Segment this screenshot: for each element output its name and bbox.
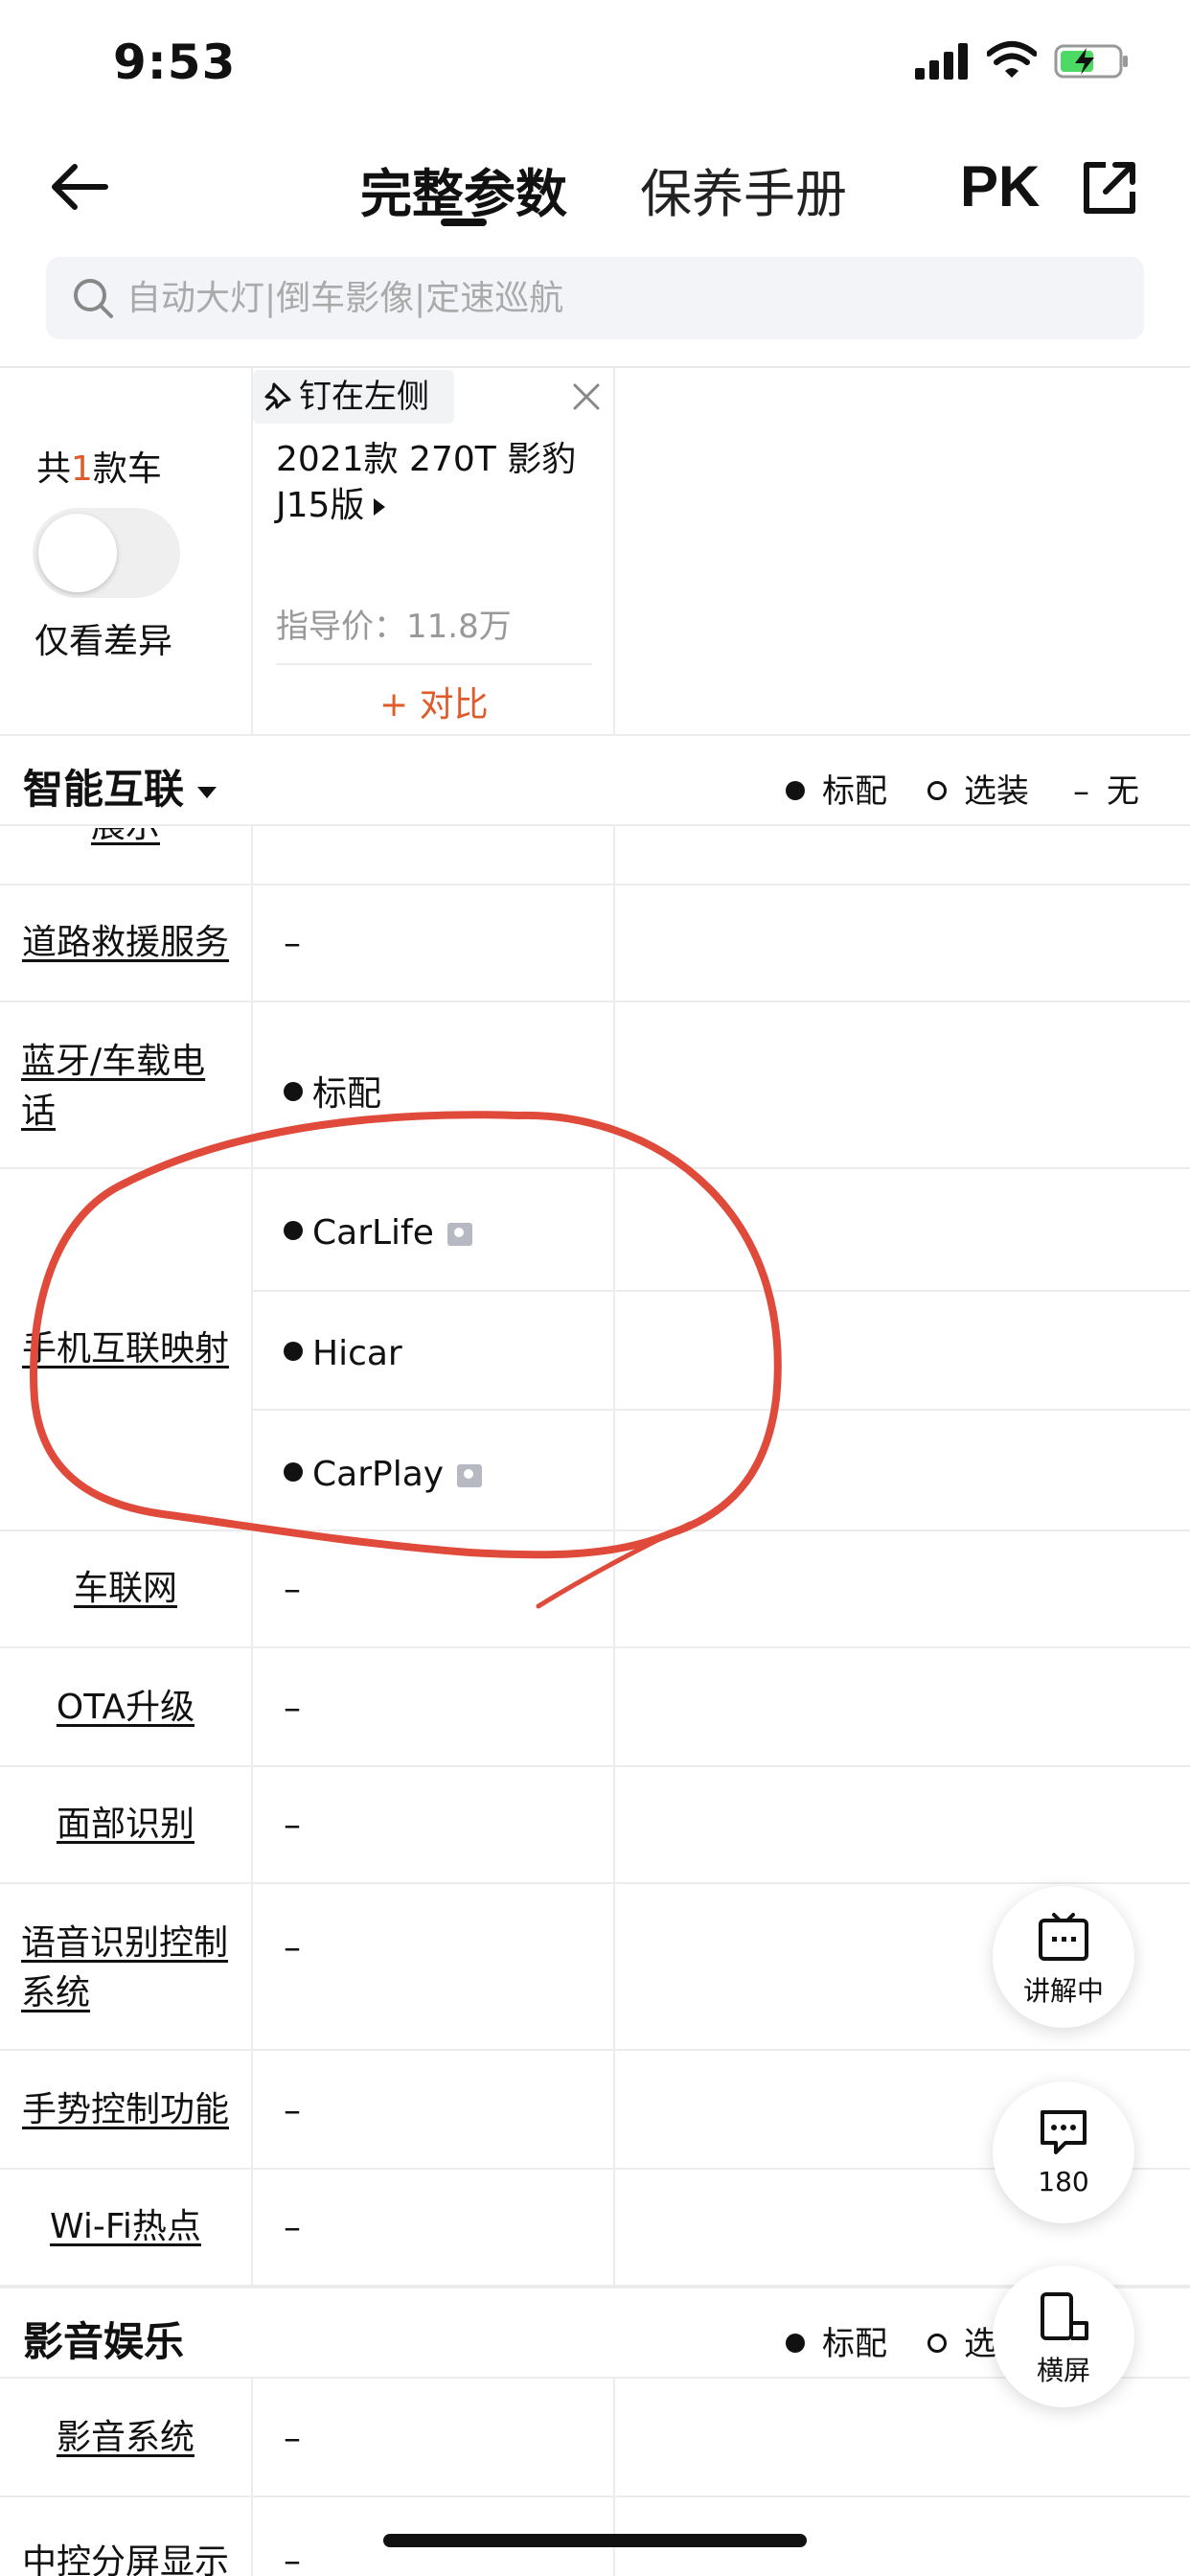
row-label[interactable]: OTA升级	[0, 1683, 251, 1733]
guide-price: 指导价：11.8万	[276, 608, 512, 646]
section-title: 智能互联	[23, 757, 217, 816]
status-time: 9:53	[113, 34, 237, 90]
legend-optional: 选装	[927, 765, 1029, 812]
table-row: 影音系统 –	[0, 2380, 1190, 2497]
row-label[interactable]: 展示	[0, 828, 251, 851]
explain-button[interactable]: 讲解中	[993, 1886, 1134, 2028]
info-card-icon[interactable]	[457, 1464, 483, 1487]
pin-left-button[interactable]: 钉在左侧	[253, 370, 454, 424]
landscape-button[interactable]: 横屏	[993, 2266, 1134, 2407]
row-label[interactable]: 语音识别控制系统	[21, 1919, 241, 2018]
pk-button[interactable]: PK	[960, 153, 1040, 219]
active-tab-indicator	[441, 218, 487, 226]
battery-charging-icon	[1054, 44, 1128, 79]
divider	[0, 366, 1190, 368]
divider	[276, 663, 592, 665]
status-bar: 9:53	[0, 0, 1190, 125]
row-label[interactable]: 车联网	[0, 1564, 251, 1614]
cellular-signal-icon	[915, 43, 968, 80]
row-label[interactable]: 面部识别	[0, 1800, 251, 1850]
row-value: –	[284, 2419, 301, 2458]
divider	[253, 1409, 1190, 1411]
wifi-icon	[987, 41, 1037, 78]
row-value: –	[284, 2208, 301, 2247]
section-header-smart-connect[interactable]: 智能互联 标配 选装 – 无	[0, 734, 1190, 826]
tab-maintenance-manual[interactable]: 保养手册	[640, 151, 847, 227]
fab-label: 180	[1038, 2166, 1089, 2197]
table-row: OTA升级 –	[0, 1648, 1190, 1767]
row-value: –	[284, 1689, 301, 1728]
search-bar[interactable]	[46, 257, 1144, 339]
row-label[interactable]: 蓝牙/车载电话	[21, 1037, 232, 1137]
row-value: –	[284, 1806, 301, 1845]
table-row: 手机互联映射 CarLife Hicar CarPlay	[0, 1169, 1190, 1531]
back-arrow-icon[interactable]	[46, 153, 113, 220]
search-input[interactable]	[126, 257, 1123, 339]
car-model-name[interactable]: 2021款 270T 影豹 J15版	[276, 437, 602, 529]
table-row: 展示	[0, 828, 1190, 886]
table-row: 车联网 –	[0, 1531, 1190, 1648]
caret-down-icon	[197, 786, 217, 798]
row-value: –	[284, 1570, 301, 1609]
legend-none: – 无	[1073, 772, 1139, 811]
row-value: CarPlay	[284, 1455, 483, 1494]
play-triangle-icon	[374, 498, 386, 516]
fab-label: 讲解中	[1022, 1975, 1104, 2007]
legend-standard: 标配	[786, 765, 887, 812]
row-value: –	[284, 2542, 301, 2576]
comments-button[interactable]: 180	[993, 2082, 1134, 2223]
row-value: 标配	[284, 1066, 381, 1116]
top-nav: 完整参数 保养手册 PK	[0, 134, 1190, 240]
row-label[interactable]: 手势控制功能	[0, 2085, 251, 2135]
row-label[interactable]: 中控分屏显示	[0, 2538, 251, 2576]
diff-only-label: 仅看差异	[34, 622, 173, 661]
row-value: Hicar	[284, 1334, 402, 1373]
row-value: CarLife	[284, 1213, 472, 1253]
pin-icon	[264, 382, 291, 411]
close-icon[interactable]	[571, 381, 602, 412]
row-value: –	[284, 924, 301, 963]
share-icon[interactable]	[1081, 159, 1138, 217]
diff-only-toggle[interactable]	[33, 508, 180, 598]
row-label[interactable]: 影音系统	[0, 2413, 251, 2463]
add-compare-button[interactable]: + 对比	[379, 677, 489, 726]
row-label[interactable]: 道路救援服务	[0, 918, 251, 968]
tab-full-params[interactable]: 完整参数	[360, 151, 567, 227]
section-title: 影音娱乐	[23, 2318, 185, 2365]
chat-bubble-icon	[1041, 2110, 1087, 2154]
fab-label: 横屏	[1036, 2355, 1090, 2386]
legend-standard: 标配	[786, 2317, 887, 2364]
toggle-knob	[38, 514, 117, 592]
table-row: 面部识别 –	[0, 1767, 1190, 1884]
divider	[253, 1290, 1190, 1292]
search-icon	[74, 279, 113, 318]
row-value: –	[284, 2091, 301, 2130]
info-card-icon[interactable]	[446, 1223, 472, 1246]
home-indicator	[383, 2534, 807, 2547]
row-label[interactable]: 手机互联映射	[0, 1324, 251, 1374]
car-count: 共1款车	[36, 449, 162, 489]
tv-icon	[1039, 1913, 1088, 1961]
rotate-screen-icon	[1041, 2292, 1088, 2340]
row-label[interactable]: Wi-Fi热点	[0, 2202, 251, 2252]
table-row: 蓝牙/车载电话 标配	[0, 1002, 1190, 1169]
row-value: –	[284, 1928, 301, 1967]
table-row: 道路救援服务 –	[0, 886, 1190, 1002]
